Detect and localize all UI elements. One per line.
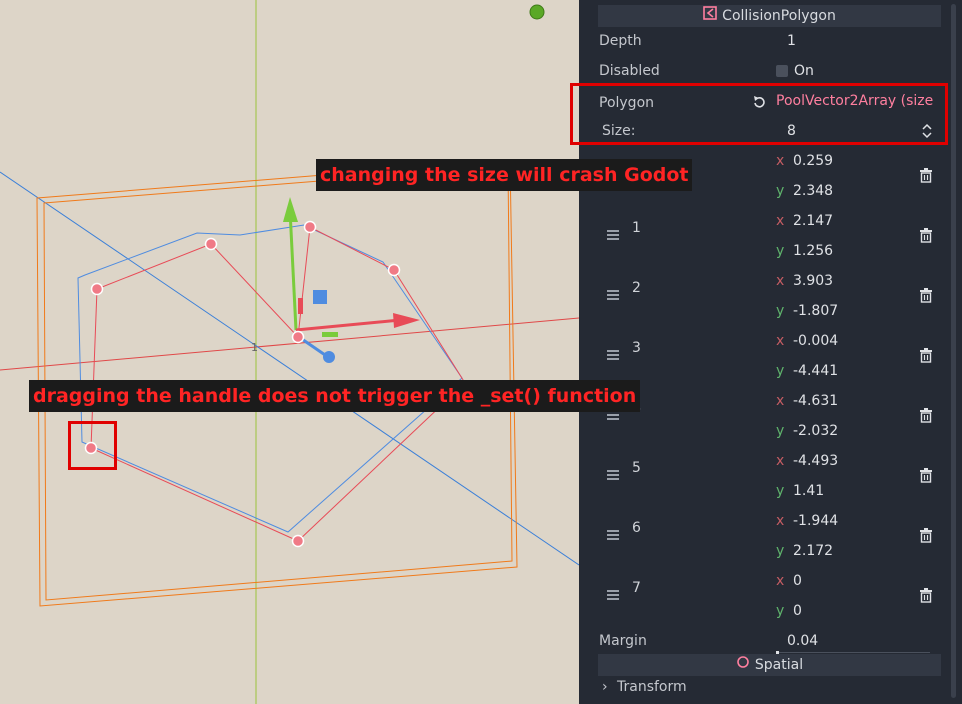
y-axis-label: y bbox=[776, 183, 785, 199]
drag-handle-icon[interactable] bbox=[607, 290, 619, 300]
disabled-value: On bbox=[794, 63, 814, 79]
y-axis-label: y bbox=[776, 483, 785, 499]
origin-marker: 1 bbox=[251, 341, 258, 354]
point-index: 7 bbox=[632, 580, 641, 596]
point-index: 6 bbox=[632, 520, 641, 536]
drag-handle-icon[interactable] bbox=[607, 590, 619, 600]
x-axis-label: x bbox=[776, 513, 785, 529]
drag-handle-icon[interactable] bbox=[607, 470, 619, 480]
spatial-header[interactable]: Spatial bbox=[598, 654, 941, 676]
point-x-field[interactable]: 3.903 bbox=[793, 273, 833, 289]
point-y-field[interactable]: 2.172 bbox=[793, 543, 833, 559]
drag-handle-icon[interactable] bbox=[607, 530, 619, 540]
polygon-highlight-box bbox=[570, 83, 948, 145]
margin-field[interactable]: 0.04 bbox=[787, 633, 818, 649]
disabled-label: Disabled bbox=[599, 63, 660, 79]
spatial-title: Spatial bbox=[754, 657, 804, 673]
inspector-scrollbar[interactable] bbox=[951, 4, 956, 698]
point-y-field[interactable]: 1.41 bbox=[793, 483, 824, 499]
y-axis-label: y bbox=[776, 603, 785, 619]
point-x-field[interactable]: 0 bbox=[793, 573, 802, 589]
trash-icon[interactable] bbox=[919, 528, 933, 543]
point-y-field[interactable]: -2.032 bbox=[793, 423, 838, 439]
drag-handle-annotation: dragging the handle does not trigger the… bbox=[29, 380, 641, 412]
y-axis-label: y bbox=[776, 543, 785, 559]
point-y-field[interactable]: 1.256 bbox=[793, 243, 833, 259]
y-axis-label: y bbox=[776, 423, 785, 439]
x-axis-label: x bbox=[776, 393, 785, 409]
point-x-field[interactable]: -1.944 bbox=[793, 513, 838, 529]
x-axis-label: x bbox=[776, 453, 785, 469]
z-axis-line bbox=[0, 171, 579, 566]
trash-icon[interactable] bbox=[919, 588, 933, 603]
3d-viewport[interactable]: 1 bbox=[0, 0, 579, 704]
scene-canvas[interactable]: 1 bbox=[0, 0, 579, 704]
margin-label: Margin bbox=[599, 633, 647, 649]
size-crash-annotation: changing the size will crash Godot bbox=[316, 159, 693, 191]
point-index: 3 bbox=[632, 340, 641, 356]
trash-icon[interactable] bbox=[919, 408, 933, 423]
point-index: 5 bbox=[632, 460, 641, 476]
spatial-icon bbox=[736, 654, 750, 676]
collision-shape-outline bbox=[77, 224, 463, 533]
point-x-field[interactable]: -4.631 bbox=[793, 393, 838, 409]
trash-icon[interactable] bbox=[919, 228, 933, 243]
y-axis-label: y bbox=[776, 363, 785, 379]
point-x-field[interactable]: -0.004 bbox=[793, 333, 838, 349]
node-type-title: CollisionPolygon bbox=[722, 8, 836, 24]
point-y-field[interactable]: -1.807 bbox=[793, 303, 838, 319]
depth-field[interactable]: 1 bbox=[787, 33, 796, 49]
x-axis-line bbox=[0, 317, 579, 371]
handle-highlight-box bbox=[68, 421, 117, 470]
x-axis-label: x bbox=[776, 153, 785, 169]
trash-icon[interactable] bbox=[919, 348, 933, 363]
drag-handle-icon[interactable] bbox=[607, 230, 619, 240]
y-axis-label: y bbox=[776, 303, 785, 319]
point-x-field[interactable]: 2.147 bbox=[793, 213, 833, 229]
drag-handle-icon[interactable] bbox=[607, 350, 619, 360]
light-node-icon[interactable] bbox=[529, 4, 545, 20]
point-y-field[interactable]: -4.441 bbox=[793, 363, 838, 379]
x-axis-label: x bbox=[776, 333, 785, 349]
x-axis-label: x bbox=[776, 213, 785, 229]
chevron-right-icon: › bbox=[602, 679, 608, 695]
trash-icon[interactable] bbox=[919, 168, 933, 183]
disabled-checkbox[interactable] bbox=[776, 65, 788, 77]
point-index: 1 bbox=[632, 220, 641, 236]
point-x-field[interactable]: 0.259 bbox=[793, 153, 833, 169]
point-x-field[interactable]: -4.493 bbox=[793, 453, 838, 469]
y-axis-label: y bbox=[776, 243, 785, 259]
point-y-field[interactable]: 0 bbox=[793, 603, 802, 619]
transform-section-toggle[interactable]: Transform bbox=[617, 679, 687, 695]
point-index: 2 bbox=[632, 280, 641, 296]
margin-slider[interactable] bbox=[776, 651, 930, 654]
point-y-field[interactable]: 2.348 bbox=[793, 183, 833, 199]
trash-icon[interactable] bbox=[919, 468, 933, 483]
collision-polygon-header[interactable]: CollisionPolygon bbox=[598, 5, 941, 27]
trash-icon[interactable] bbox=[919, 288, 933, 303]
x-axis-label: x bbox=[776, 273, 785, 289]
depth-label: Depth bbox=[599, 33, 642, 49]
collision-polygon-icon bbox=[703, 5, 717, 27]
x-axis-label: x bbox=[776, 573, 785, 589]
